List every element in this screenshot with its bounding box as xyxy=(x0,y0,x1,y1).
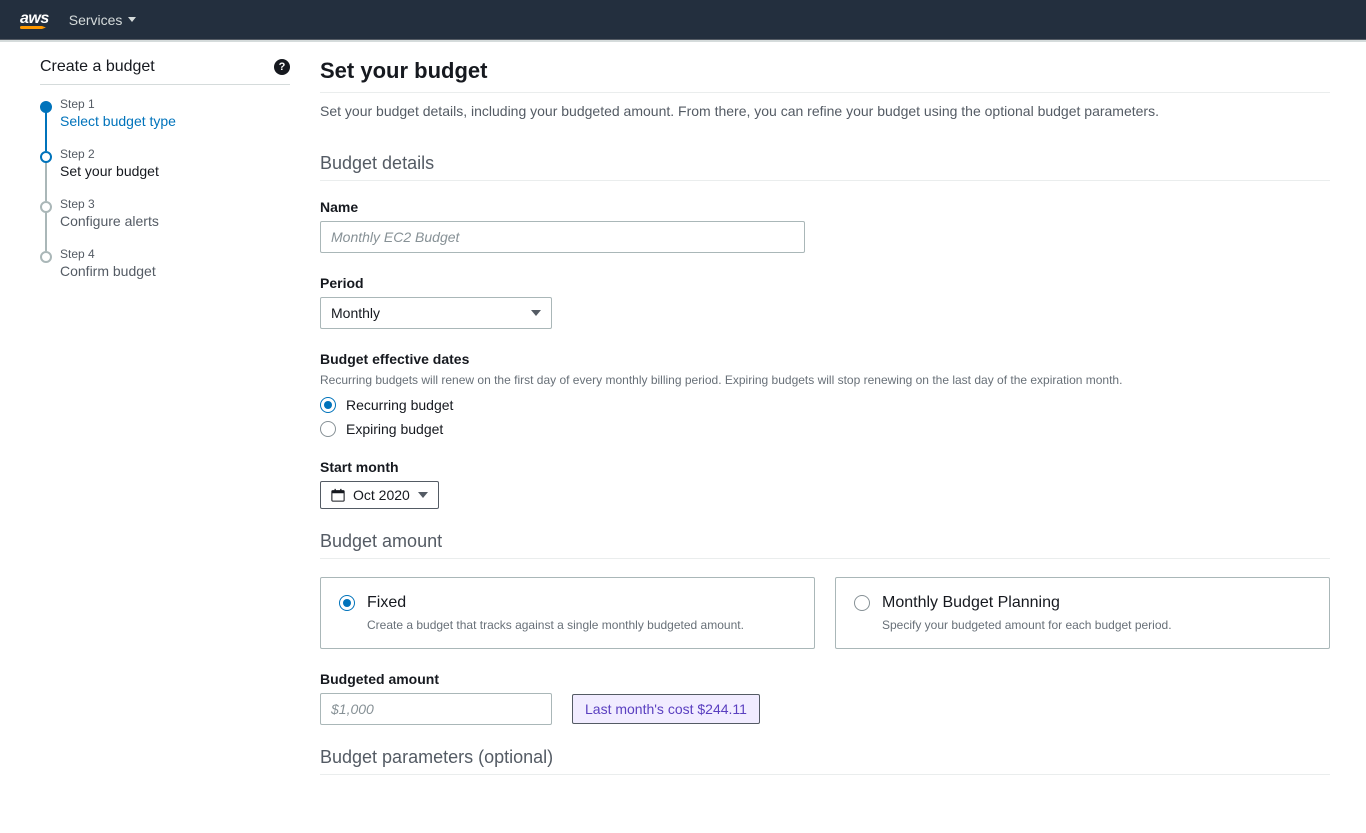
step-configure-alerts[interactable]: Step 3 Configure alerts xyxy=(40,197,290,247)
step-number: Step 3 xyxy=(60,197,290,211)
radio-recurring-budget[interactable]: Recurring budget xyxy=(320,397,1330,413)
main-content: Set your budget Set your budget details,… xyxy=(300,42,1350,833)
help-icon[interactable]: ? xyxy=(274,59,290,75)
name-input[interactable] xyxy=(320,221,805,253)
recurring-label: Recurring budget xyxy=(346,397,453,413)
field-name: Name xyxy=(320,199,1330,253)
step-label: Set your budget xyxy=(60,163,290,179)
step-label: Confirm budget xyxy=(60,263,290,279)
step-label: Configure alerts xyxy=(60,213,290,229)
radio-expiring-budget[interactable]: Expiring budget xyxy=(320,421,1330,437)
budgeted-amount-label: Budgeted amount xyxy=(320,671,1330,687)
last-month-cost-button[interactable]: Last month's cost $244.11 xyxy=(572,694,760,724)
period-select[interactable]: Monthly xyxy=(320,297,552,329)
step-set-your-budget[interactable]: Step 2 Set your budget xyxy=(40,147,290,197)
fixed-title: Fixed xyxy=(367,594,406,612)
radio-icon xyxy=(854,595,870,611)
section-budget-parameters: Budget parameters (optional) xyxy=(320,747,1330,775)
field-period: Period Monthly xyxy=(320,275,1330,329)
step-number: Step 4 xyxy=(60,247,290,261)
name-label: Name xyxy=(320,199,1330,215)
start-month-picker[interactable]: Oct 2020 xyxy=(320,481,439,509)
budget-amount-options: Fixed Create a budget that tracks agains… xyxy=(320,577,1330,649)
step-confirm-budget[interactable]: Step 4 Confirm budget xyxy=(40,247,290,297)
radio-icon xyxy=(320,397,336,413)
budgeted-amount-input[interactable] xyxy=(320,693,552,725)
page-title: Set your budget xyxy=(320,58,1330,84)
chevron-down-icon xyxy=(418,492,428,498)
period-label: Period xyxy=(320,275,1330,291)
calendar-icon xyxy=(331,488,345,502)
period-value: Monthly xyxy=(331,305,380,321)
aws-logo[interactable]: aws xyxy=(20,10,49,29)
chevron-down-icon xyxy=(531,310,541,316)
sidebar: Create a budget ? Step 1 Select budget t… xyxy=(0,42,300,833)
start-month-value: Oct 2020 xyxy=(353,487,410,503)
sidebar-header: Create a budget ? xyxy=(40,58,290,85)
section-budget-amount: Budget amount xyxy=(320,531,1330,559)
wizard-steps: Step 1 Select budget type Step 2 Set you… xyxy=(40,97,290,297)
expiring-label: Expiring budget xyxy=(346,421,443,437)
section-budget-details: Budget details xyxy=(320,153,1330,181)
field-start-month: Start month Oct 2020 xyxy=(320,459,1330,509)
effective-dates-label: Budget effective dates xyxy=(320,351,1330,367)
field-effective-dates: Budget effective dates Recurring budgets… xyxy=(320,351,1330,437)
step-label: Select budget type xyxy=(60,113,290,129)
card-monthly-planning[interactable]: Monthly Budget Planning Specify your bud… xyxy=(835,577,1330,649)
step-number: Step 1 xyxy=(60,97,290,111)
services-label: Services xyxy=(69,12,123,28)
services-menu[interactable]: Services xyxy=(69,12,137,28)
page-description: Set your budget details, including your … xyxy=(320,92,1330,143)
step-number: Step 2 xyxy=(60,147,290,161)
field-budgeted-amount: Budgeted amount Last month's cost $244.1… xyxy=(320,671,1330,725)
step-select-budget-type[interactable]: Step 1 Select budget type xyxy=(40,97,290,147)
planning-desc: Specify your budgeted amount for each bu… xyxy=(882,618,1311,632)
radio-icon xyxy=(320,421,336,437)
radio-icon xyxy=(339,595,355,611)
start-month-label: Start month xyxy=(320,459,1330,475)
card-fixed[interactable]: Fixed Create a budget that tracks agains… xyxy=(320,577,815,649)
fixed-desc: Create a budget that tracks against a si… xyxy=(367,618,796,632)
top-nav: aws Services xyxy=(0,0,1366,40)
planning-title: Monthly Budget Planning xyxy=(882,594,1060,612)
effective-dates-hint: Recurring budgets will renew on the firs… xyxy=(320,373,1330,387)
chevron-down-icon xyxy=(128,17,136,22)
sidebar-title: Create a budget xyxy=(40,58,155,76)
